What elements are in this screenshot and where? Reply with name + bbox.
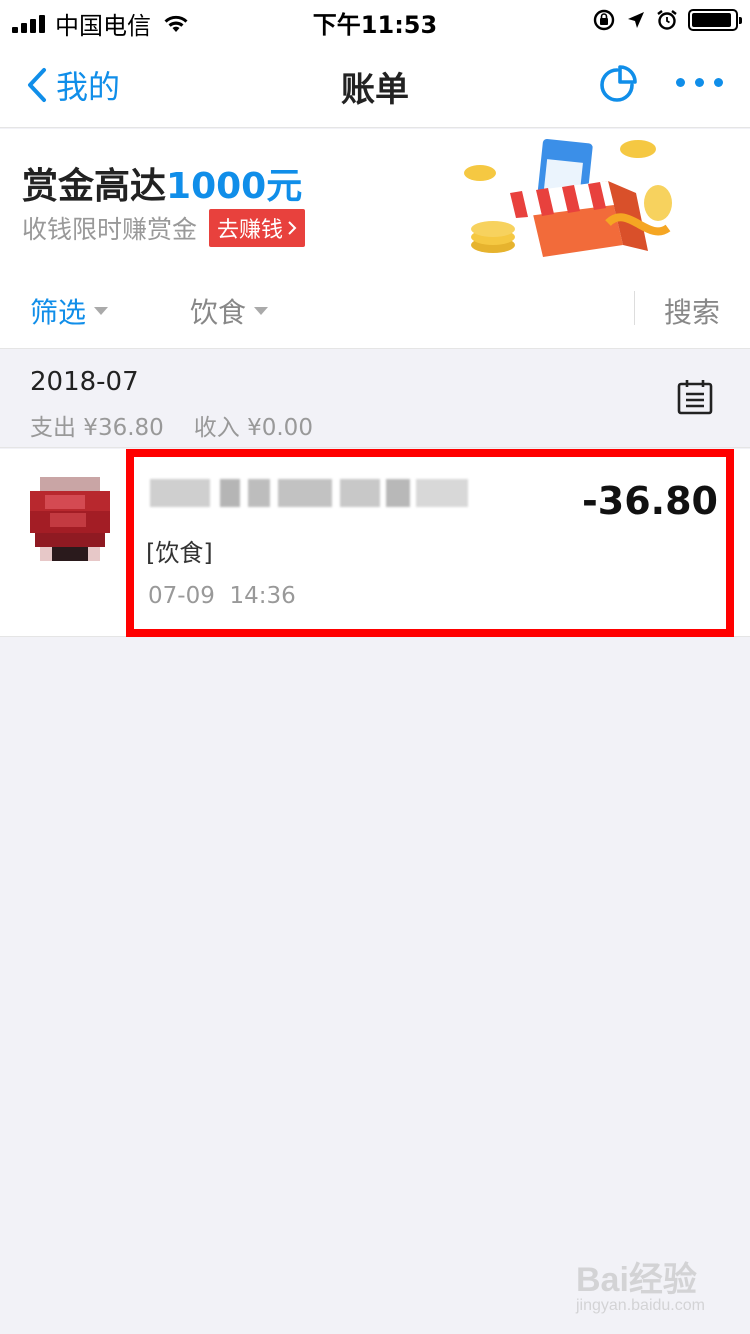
expense-total: 支出 ¥36.80: [30, 415, 164, 441]
alarm-icon: [657, 10, 677, 30]
earn-money-button[interactable]: 去赚钱: [209, 209, 306, 247]
income-total: 收入 ¥0.00: [193, 415, 313, 441]
search-button[interactable]: 搜索: [664, 291, 720, 331]
banner-title-amount: 1000元: [166, 166, 303, 207]
back-button[interactable]: 我的: [26, 62, 120, 108]
watermark-logo: Bai经验: [576, 1261, 697, 1299]
pie-chart-icon: [600, 65, 637, 102]
back-label: 我的: [56, 68, 121, 106]
watermark-url: jingyan.baidu.com: [576, 1297, 705, 1314]
divider: [634, 291, 635, 325]
treasure-shop-illustration: [464, 138, 672, 257]
highlight-annotation: [126, 449, 734, 637]
filter-dropdown[interactable]: 筛选: [30, 291, 109, 331]
chevron-left-icon: [28, 68, 46, 102]
earn-money-label: 去赚钱: [217, 218, 284, 243]
statistics-button[interactable]: [596, 64, 638, 110]
filter-label: 筛选: [30, 296, 87, 329]
bill-list-item[interactable]: -36.80 [饮食] 07-09 14:36: [0, 449, 750, 637]
banner-title: 赏金高达1000元: [22, 157, 302, 209]
calendar-icon: [677, 380, 713, 415]
baidu-jingyan-watermark: Bai经验 jingyan.baidu.com: [576, 1252, 705, 1315]
promo-banner[interactable]: 赏金高达1000元 收钱限时赚赏金 去赚钱: [0, 129, 750, 265]
more-dot: [676, 78, 685, 87]
banner-subtitle: 收钱限时赚赏金: [22, 215, 198, 244]
battery-icon: [688, 9, 742, 31]
banner-subtitle-row: 收钱限时赚赏金 去赚钱: [22, 209, 306, 247]
navigation-bar: 我的 账单: [0, 40, 750, 128]
more-button[interactable]: [676, 78, 723, 87]
month-header: 2018-07 支出 ¥36.80 收入 ¥0.00: [0, 350, 750, 448]
orientation-lock-icon: [593, 9, 615, 31]
caret-down-icon: [94, 307, 109, 315]
category-label: 饮食: [190, 296, 247, 329]
chevron-right-icon: [288, 221, 297, 235]
filter-bar: 筛选 饮食 搜索: [0, 265, 750, 349]
location-arrow-icon: [628, 12, 644, 28]
caret-down-icon: [254, 307, 269, 315]
more-dot: [695, 78, 704, 87]
banner-title-prefix: 赏金高达: [22, 166, 167, 207]
merchant-avatar: [30, 477, 110, 567]
more-dot: [714, 78, 723, 87]
status-bar: 中国电信 下午11:53: [0, 0, 750, 40]
month-summary: 支出 ¥36.80 收入 ¥0.00: [30, 408, 313, 442]
month-label: 2018-07: [30, 367, 139, 397]
calendar-button[interactable]: [676, 378, 714, 420]
category-dropdown[interactable]: 饮食: [190, 291, 269, 331]
